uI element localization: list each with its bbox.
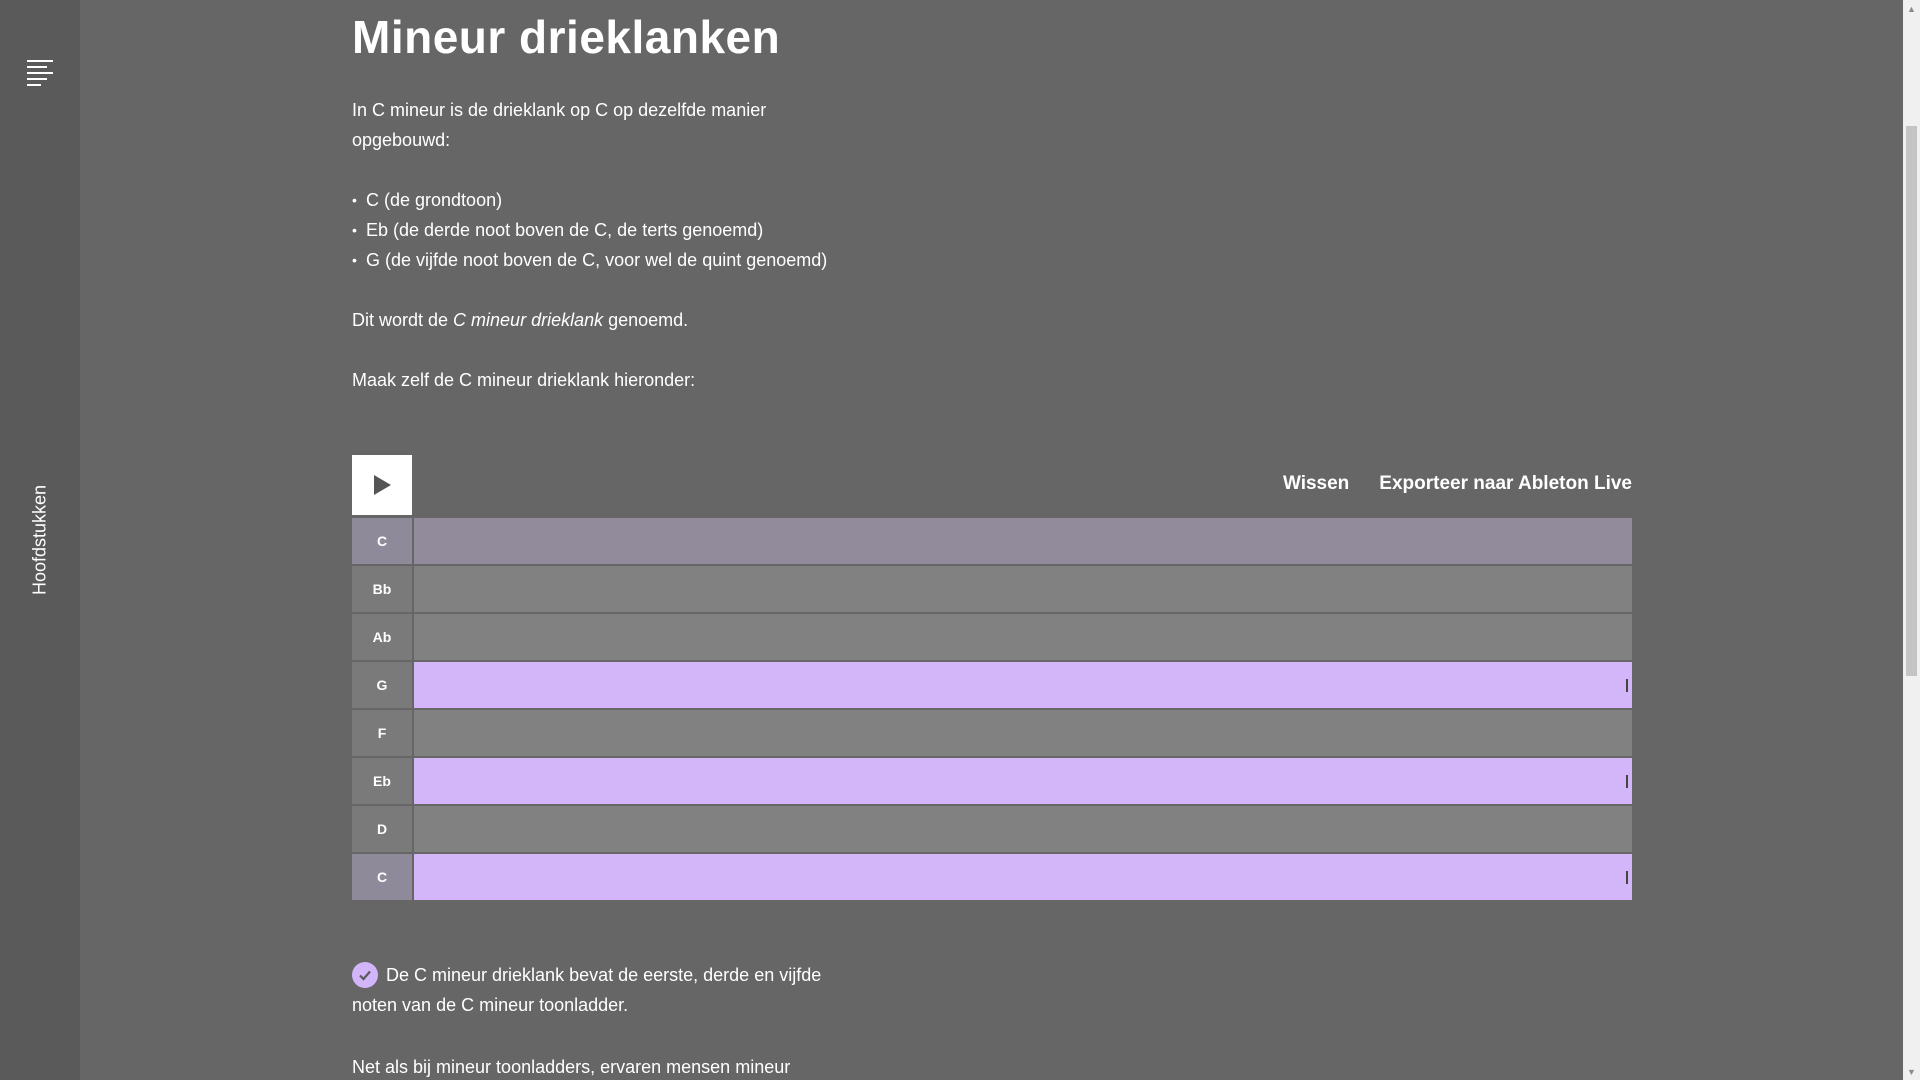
menu-lines-icon[interactable] [27, 60, 53, 88]
scroll-down-icon[interactable]: ▼ [1903, 1063, 1920, 1080]
intro-line-1: In C mineur is de drieklank op C op deze… [352, 100, 767, 120]
note-lane[interactable] [414, 614, 1632, 660]
piano-roll-row: Ab [352, 614, 1632, 662]
piano-roll-row: C [352, 518, 1632, 566]
intro-paragraph: In C mineur is de drieklank op C op deze… [352, 95, 832, 155]
list-item: Eb (de derde noot boven de C, de terts g… [352, 215, 827, 245]
note-label: F [352, 710, 412, 756]
note-label: Ab [352, 614, 412, 660]
note-label: D [352, 806, 412, 852]
piano-roll-toolbar: Wissen Exporteer naar Ableton Live [1283, 473, 1632, 495]
note-label: C [352, 518, 412, 564]
next-paragraph: Net als bij mineur toonladders, ervaren … [352, 1057, 791, 1077]
piano-roll-row: Bb [352, 566, 1632, 614]
result-line-1: De C mineur drieklank bevat de eerste, d… [386, 965, 822, 985]
note-lane[interactable] [414, 710, 1632, 756]
emphasis-text: C mineur drieklank [453, 310, 604, 330]
note-list: C (de grondtoon) Eb (de derde noot boven… [352, 185, 827, 275]
intro-line-2: opgebouwd: [352, 130, 451, 150]
note-resize-handle[interactable] [1626, 679, 1628, 692]
scrollbar[interactable]: ▲ ▼ [1903, 0, 1920, 1080]
note-label: Eb [352, 758, 412, 804]
sidebar: Hoofdstukken [0, 0, 80, 1080]
note-label: Bb [352, 566, 412, 612]
play-icon [374, 475, 391, 495]
scroll-up-icon[interactable]: ▲ [1903, 0, 1920, 17]
piano-roll-row: C [352, 854, 1632, 902]
note-lane-active[interactable] [414, 854, 1632, 900]
piano-roll-row: D [352, 806, 1632, 854]
named-paragraph: Dit wordt de C mineur drieklank genoemd. [352, 310, 689, 330]
note-lane-active[interactable] [414, 758, 1632, 804]
note-lane[interactable] [414, 566, 1632, 612]
result-line-2: noten van de C mineur toonladder. [352, 995, 629, 1015]
piano-roll-rows: C Bb Ab G F Eb D C [352, 518, 1632, 902]
piano-roll-row: F [352, 710, 1632, 758]
clear-button[interactable]: Wissen [1283, 473, 1349, 495]
instruction-paragraph: Maak zelf de C mineur drieklank hieronde… [352, 370, 696, 390]
app-frame: Hoofdstukken Mineur drieklanken In C min… [0, 0, 1920, 1080]
note-resize-handle[interactable] [1626, 871, 1628, 884]
list-item: C (de grondtoon) [352, 185, 827, 215]
note-label: G [352, 662, 412, 708]
note-label: C [352, 854, 412, 900]
piano-roll-row: Eb [352, 758, 1632, 806]
page-title: Mineur drieklanken [352, 11, 781, 63]
export-ableton-button[interactable]: Exporteer naar Ableton Live [1379, 473, 1632, 495]
piano-roll-row: G [352, 662, 1632, 710]
result-paragraph: De C mineur drieklank bevat de eerste, d… [352, 960, 872, 1020]
list-item: G (de vijfde noot boven de C, voor wel d… [352, 245, 827, 275]
sidebar-chapters-label[interactable]: Hoofdstukken [30, 485, 51, 595]
note-lane-active[interactable] [414, 662, 1632, 708]
note-resize-handle[interactable] [1626, 775, 1628, 788]
note-lane[interactable] [414, 518, 1632, 564]
scroll-thumb[interactable] [1906, 126, 1917, 676]
note-lane[interactable] [414, 806, 1632, 852]
play-button[interactable] [352, 455, 412, 515]
